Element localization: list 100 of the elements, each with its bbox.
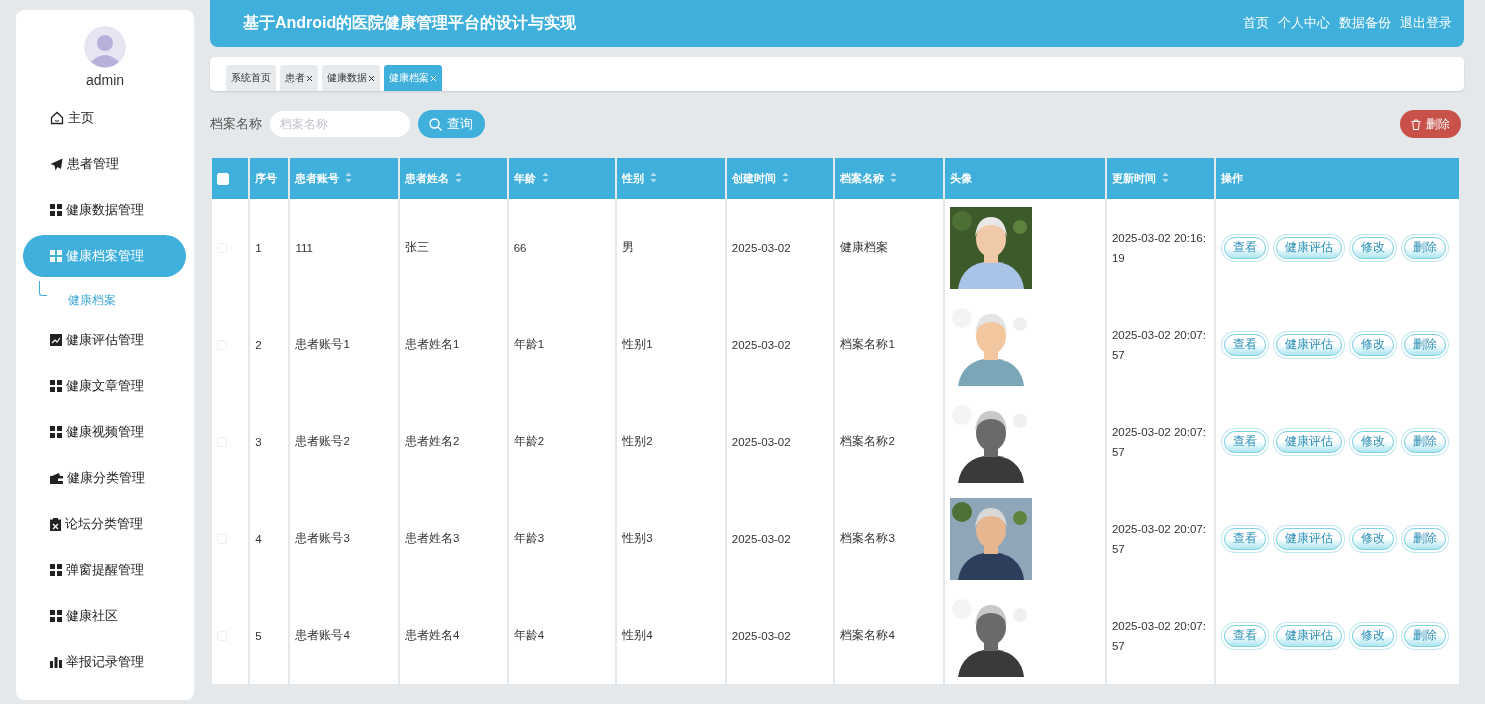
table-cell: 患者姓名4 [399, 587, 508, 684]
table-cell: 年龄1 [507, 296, 617, 393]
action-button[interactable]: 删除 [1403, 624, 1446, 647]
action-button[interactable]: 健康评估 [1275, 236, 1342, 259]
sidebar-item[interactable]: 健康档案管理 [23, 235, 186, 277]
table-cell: 年龄3 [507, 490, 617, 587]
tab[interactable]: 健康数据 [322, 65, 380, 91]
column-header[interactable]: 年龄 [507, 158, 617, 199]
action-button[interactable]: 查看 [1223, 236, 1266, 259]
app-title: 基于Android的医院健康管理平台的设计与实现 [243, 13, 577, 33]
sidebar-item[interactable]: 弹窗提醒管理 [23, 549, 186, 591]
header-link[interactable]: 个人中心 [1278, 15, 1330, 32]
table-cell: 2025-03-02 [725, 490, 835, 587]
action-button[interactable]: 查看 [1223, 333, 1266, 356]
column-header[interactable]: 患者账号 [289, 158, 400, 199]
sort-icon[interactable] [541, 172, 549, 183]
close-icon[interactable] [306, 74, 313, 82]
table-cell: 2025-03-02 [725, 393, 835, 490]
submenu-item[interactable]: 健康档案 [68, 291, 116, 309]
grid-icon [50, 610, 62, 622]
header-link[interactable]: 首页 [1243, 15, 1269, 32]
column-header[interactable]: 创建时间 [725, 158, 835, 199]
table-cell: 性别2 [616, 393, 726, 490]
table-cell: 男 [616, 199, 726, 296]
column-header[interactable]: 患者姓名 [399, 158, 508, 199]
sidebar-item[interactable]: 健康评估管理 [23, 319, 186, 361]
table-cell: 患者姓名3 [399, 490, 508, 587]
tab[interactable]: 患者 [280, 65, 318, 91]
tab[interactable]: 健康档案 [384, 65, 442, 91]
table-cell: 档案名称4 [834, 587, 945, 684]
action-button[interactable]: 删除 [1403, 236, 1446, 259]
sidebar-item[interactable]: 健康文章管理 [23, 365, 186, 407]
table-cell: 患者账号4 [289, 587, 400, 684]
table-cell: 5 [249, 587, 290, 684]
search-icon [429, 117, 442, 131]
home-icon [50, 111, 64, 125]
action-button[interactable]: 修改 [1351, 333, 1394, 356]
sidebar-item[interactable]: 举报记录管理 [23, 641, 186, 683]
action-button[interactable]: 删除 [1403, 430, 1446, 453]
delete-button[interactable]: 删除 [1400, 110, 1461, 138]
column-header: 序号 [249, 158, 290, 199]
action-button[interactable]: 删除 [1403, 527, 1446, 550]
action-button[interactable]: 健康评估 [1275, 624, 1342, 647]
action-button[interactable]: 修改 [1351, 527, 1394, 550]
chart-icon [50, 334, 62, 346]
close-icon[interactable] [368, 74, 375, 82]
search-field[interactable]: 档案名称 [270, 111, 410, 137]
column-header[interactable]: 档案名称 [834, 158, 945, 199]
column-header[interactable]: 更新时间 [1105, 158, 1215, 199]
action-button[interactable]: 查看 [1223, 527, 1266, 550]
table-cell: 性别1 [616, 296, 726, 393]
trash-icon [1411, 118, 1421, 130]
table-cell-text: 2025-03-02 20:16:19 [1111, 230, 1207, 266]
table-cell: 111 [289, 199, 400, 296]
sidebar-item[interactable]: 主页 [23, 97, 186, 139]
table-cell: 患者账号2 [289, 393, 400, 490]
action-button[interactable]: 健康评估 [1275, 333, 1342, 356]
header-link[interactable]: 退出登录 [1400, 15, 1452, 32]
search-button[interactable]: 查询 [418, 110, 485, 138]
sort-icon[interactable] [345, 172, 353, 183]
sidebar-item[interactable]: 健康视频管理 [23, 411, 186, 453]
sort-icon[interactable] [455, 172, 463, 183]
sort-icon[interactable] [1161, 172, 1169, 183]
grid-icon [50, 380, 62, 392]
grid-icon [50, 250, 62, 262]
table-cell: 2 [249, 296, 290, 393]
table-cell-text: 2025-03-02 20:07:57 [1111, 618, 1207, 654]
table-cell: 档案名称2 [834, 393, 945, 490]
column-header: 头像 [944, 158, 1106, 199]
action-button[interactable]: 健康评估 [1275, 430, 1342, 453]
sidebar-item[interactable]: 论坛分类管理 [23, 503, 186, 545]
paper-plane-icon [50, 157, 63, 171]
action-button[interactable]: 修改 [1351, 236, 1394, 259]
sidebar-item[interactable]: 健康分类管理 [23, 457, 186, 499]
sort-icon[interactable] [650, 172, 658, 183]
bar-chart-icon [50, 656, 62, 668]
table-cell: 患者账号1 [289, 296, 400, 393]
sort-icon[interactable] [890, 172, 898, 183]
table-cell: 2025-03-02 [725, 587, 835, 684]
action-button[interactable]: 健康评估 [1275, 527, 1342, 550]
sort-icon[interactable] [781, 172, 789, 183]
table-cell: 档案名称1 [834, 296, 945, 393]
action-button[interactable]: 修改 [1351, 624, 1394, 647]
action-button[interactable]: 查看 [1223, 430, 1266, 453]
table-cell: 患者姓名2 [399, 393, 508, 490]
table-cell: 张三 [399, 199, 508, 296]
action-button[interactable]: 查看 [1223, 624, 1266, 647]
column-header[interactable]: 性别 [616, 158, 726, 199]
sidebar-item[interactable]: 健康社区 [23, 595, 186, 637]
action-button[interactable]: 删除 [1403, 333, 1446, 356]
header-link[interactable]: 数据备份 [1339, 15, 1391, 32]
sidebar-item[interactable]: 患者管理 [23, 143, 186, 185]
table-cell: 年龄2 [507, 393, 617, 490]
grid-icon [50, 426, 62, 438]
clipboard-icon [50, 517, 61, 531]
wallet-icon [50, 472, 63, 484]
avatar [84, 26, 126, 68]
sidebar-item[interactable]: 健康数据管理 [23, 189, 186, 231]
action-button[interactable]: 修改 [1351, 430, 1394, 453]
tab[interactable]: 系统首页 [226, 65, 276, 91]
